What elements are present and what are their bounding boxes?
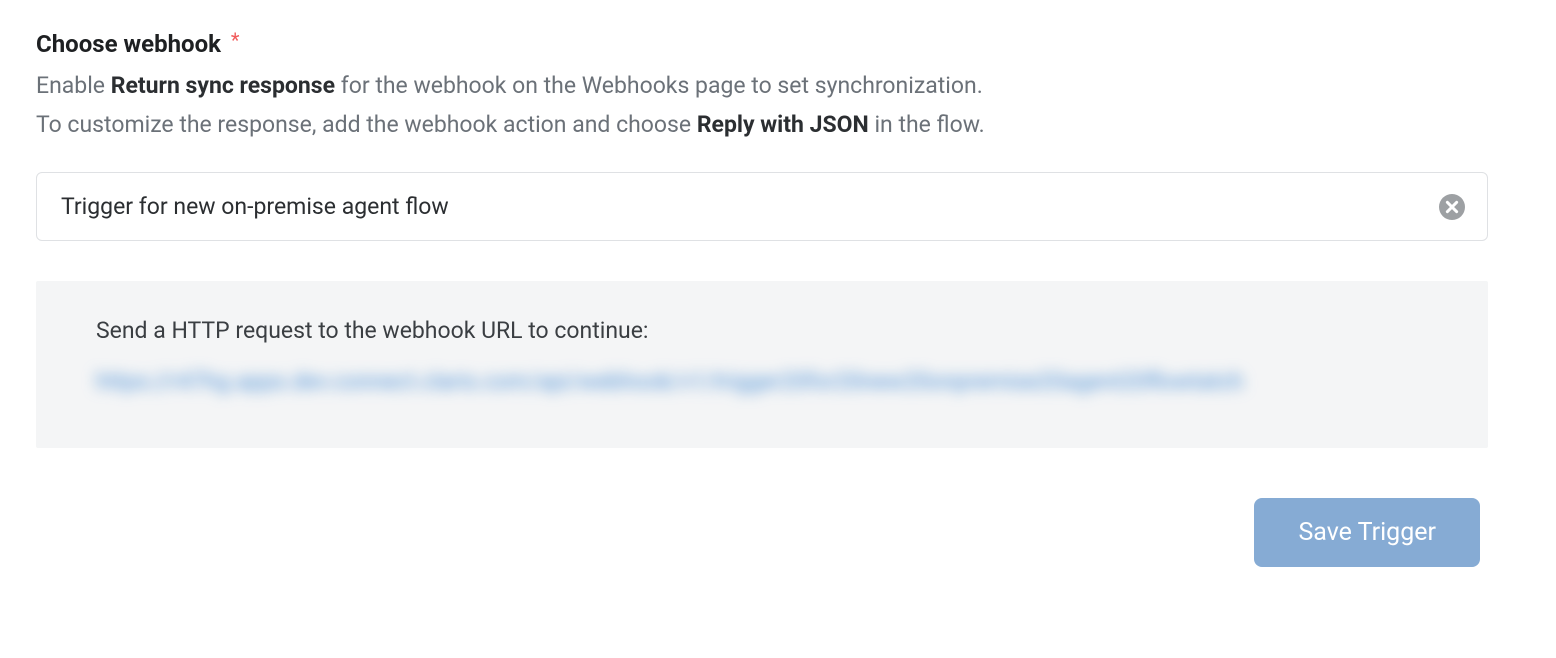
help-text-segment: Enable: [36, 72, 111, 99]
webhook-url-label: Send a HTTP request to the webhook URL t…: [96, 317, 1428, 344]
help-text-segment: for the webhook on the Webhooks page to …: [335, 72, 983, 99]
help-text-segment: To customize the response, add the webho…: [36, 111, 697, 138]
help-text-segment: in the flow.: [869, 111, 985, 138]
required-asterisk: *: [231, 28, 240, 52]
save-trigger-button[interactable]: Save Trigger: [1254, 498, 1480, 567]
help-text-bold: Return sync response: [111, 72, 335, 99]
webhook-select-value: Trigger for new on-premise agent flow: [61, 193, 449, 220]
action-row: Save Trigger: [36, 498, 1480, 567]
webhook-url-panel: Send a HTTP request to the webhook URL t…: [36, 281, 1488, 448]
clear-selection-icon[interactable]: [1439, 194, 1465, 220]
webhook-select[interactable]: Trigger for new on-premise agent flow: [36, 172, 1488, 241]
webhook-url-value: https://r47hg.apps.dev.connect.claris.co…: [96, 360, 1428, 404]
field-help-text: Enable Return sync response for the webh…: [36, 66, 1520, 144]
field-label: Choose webhook: [36, 30, 221, 58]
help-text-bold: Reply with JSON: [697, 111, 869, 138]
field-label-row: Choose webhook *: [36, 30, 1520, 58]
